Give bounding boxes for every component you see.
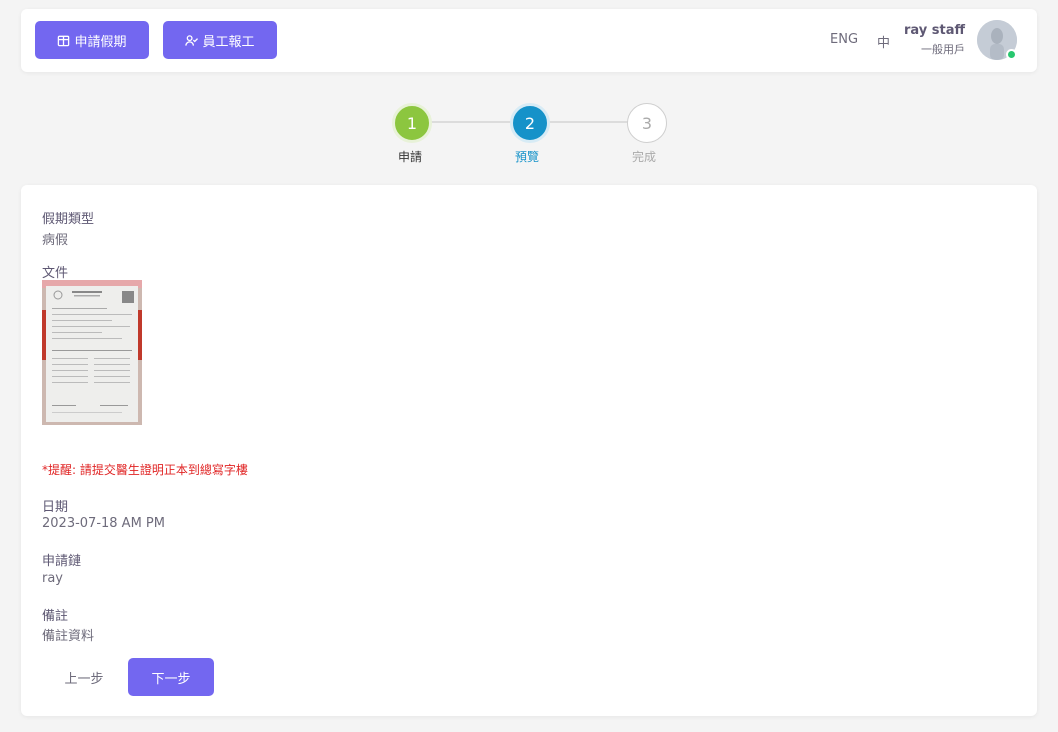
staff-report-button[interactable]: 員工報工 xyxy=(163,21,277,59)
user-check-icon xyxy=(185,34,199,46)
language-chinese-link[interactable]: 中 xyxy=(877,32,890,51)
step-2-label: 預覽 xyxy=(514,150,539,164)
remarks-label: 備註 xyxy=(42,609,69,624)
document-image-icon xyxy=(42,280,142,425)
apply-leave-button[interactable]: 申請假期 xyxy=(35,21,149,59)
step-connector xyxy=(430,121,512,123)
step-1-circle: 1 xyxy=(392,103,432,143)
step-1-label: 申請 xyxy=(397,150,422,164)
preview-card: 假期類型 病假 文件 *提醒: 請提交醫生證明正本到總寫字樓 日期 2023-0… xyxy=(21,185,1037,716)
document-label: 文件 xyxy=(42,266,69,281)
apply-leave-label: 申請假期 xyxy=(74,34,127,50)
calendar-icon xyxy=(58,35,70,46)
top-navbar: 申請假期 員工報工 ENG 中 ray staff 一般用戶 xyxy=(21,9,1037,72)
step-2-circle: 2 xyxy=(510,103,550,143)
document-thumbnail[interactable] xyxy=(42,280,142,425)
online-status-dot xyxy=(1006,49,1017,60)
step-3-circle: 3 xyxy=(627,103,667,143)
previous-step-button[interactable]: 上一步 xyxy=(49,658,119,696)
applicant-value: ray xyxy=(42,571,64,586)
user-role: 一般用戶 xyxy=(921,43,965,56)
leave-type-value: 病假 xyxy=(42,233,69,248)
remarks-value: 備註資料 xyxy=(42,629,95,644)
date-value: 2023-07-18 AM PM xyxy=(42,516,165,531)
step-3-label: 完成 xyxy=(631,150,656,164)
staff-report-label: 員工報工 xyxy=(202,34,255,50)
leave-type-label: 假期類型 xyxy=(42,212,95,227)
step-connector xyxy=(548,121,628,123)
applicant-label: 申請鏈 xyxy=(42,554,82,569)
reminder-text: *提醒: 請提交醫生證明正本到總寫字樓 xyxy=(42,463,248,477)
date-label: 日期 xyxy=(42,500,69,515)
progress-stepper: 1 2 3 申請 預覽 完成 xyxy=(0,100,1058,170)
user-name: ray staff xyxy=(903,23,965,38)
language-english-link[interactable]: ENG xyxy=(830,32,858,47)
next-step-button[interactable]: 下一步 xyxy=(128,658,214,696)
